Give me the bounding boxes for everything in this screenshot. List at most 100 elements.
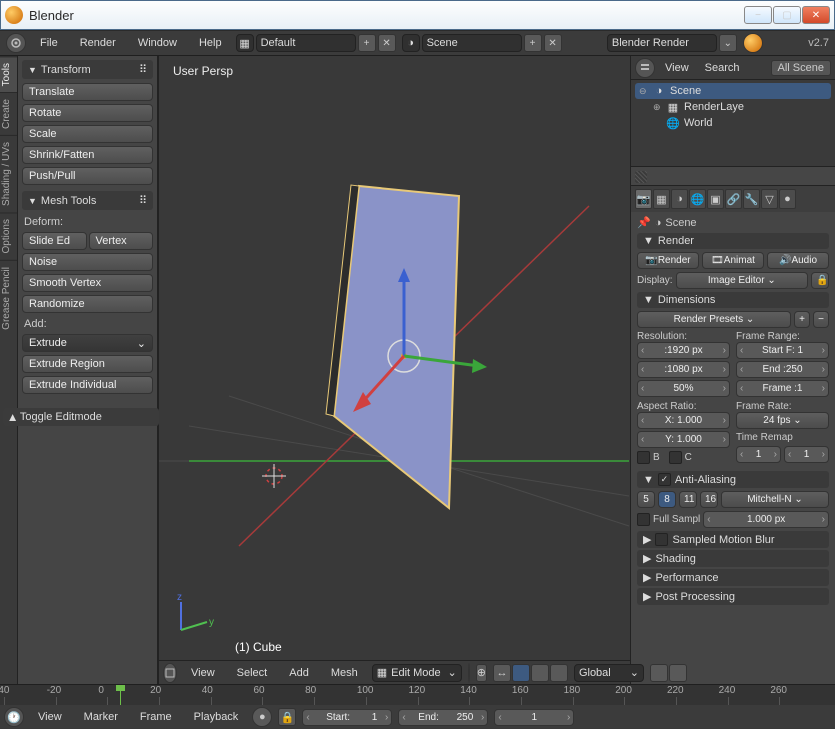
scale-button[interactable]: Scale [22,125,153,143]
shrink-fatten-button[interactable]: Shrink/Fatten [22,146,153,164]
context-constraints-icon[interactable]: 🔗 [725,189,742,209]
minimize-button[interactable]: − [744,6,772,24]
start-frame-field[interactable]: Start F: 1 [736,342,829,359]
aa-filter-selector[interactable]: Mitchell-N ⌄ [721,491,829,508]
close-button[interactable]: ✕ [802,6,830,24]
meshtools-panel-header[interactable]: ▼Mesh Tools⠿ [22,191,153,210]
outliner-tree[interactable]: ⊖◑Scene ⊕▦RenderLaye 🌐World [631,80,835,166]
full-sample-checkbox[interactable] [637,513,650,526]
pivot-icon[interactable]: ⊕ [476,664,487,682]
timeline-menu-frame[interactable]: Frame [132,709,180,725]
context-material-icon[interactable]: ● [779,189,796,209]
aspect-y-field[interactable]: Y: 1.000 [637,431,730,448]
push-pull-button[interactable]: Push/Pull [22,167,153,185]
motion-blur-panel-header[interactable]: ▶Sampled Motion Blur [637,531,829,548]
timeremap-new-field[interactable]: 1 [784,446,829,463]
aa-11-button[interactable]: 11 [679,491,697,508]
vp-menu-add[interactable]: Add [281,665,317,681]
rotate-button[interactable]: Rotate [22,104,153,122]
dimensions-panel-header[interactable]: ▼Dimensions [637,292,829,308]
menu-help[interactable]: Help [191,35,230,51]
performance-panel-header[interactable]: ▶Performance [637,569,829,586]
context-scene-icon[interactable]: ◑ [671,189,688,209]
preset-remove-button[interactable]: − [813,311,829,328]
manipulator-rotate-icon[interactable] [531,664,549,682]
shading-solid-icon[interactable] [468,663,470,683]
border-checkbox[interactable] [637,451,650,464]
resolution-x-field[interactable]: :1920 px [637,342,730,359]
auto-keyframe-icon[interactable]: ● [252,707,272,727]
extrude-region-button[interactable]: Extrude Region [22,355,153,373]
render-button[interactable]: 📷Render [637,252,699,269]
mode-selector[interactable]: ▦Edit Mode⌄ [372,664,462,682]
fps-selector[interactable]: 24 fps ⌄ [736,412,829,429]
scene-add-button[interactable]: + [524,34,542,52]
render-presets-selector[interactable]: Render Presets ⌄ [637,311,791,328]
layer-button[interactable] [669,664,687,682]
manipulator-scale-icon[interactable] [550,664,568,682]
aa-panel-header[interactable]: ▼✓Anti-Aliasing [637,471,829,488]
outliner-editor-icon[interactable] [635,58,655,78]
lock-range-icon[interactable]: 🔒 [278,708,296,726]
transform-panel-header[interactable]: ▼Transform⠿ [22,60,153,79]
layout-add-button[interactable]: + [358,34,376,52]
resolution-percent-field[interactable]: 50% [637,380,730,397]
aa-5-button[interactable]: 5 [637,491,655,508]
smooth-vertex-button[interactable]: Smooth Vertex [22,274,153,292]
motion-blur-checkbox[interactable] [655,533,668,546]
timeline-menu-playback[interactable]: Playback [186,709,247,725]
menu-file[interactable]: File [32,35,66,51]
tab-grease-pencil[interactable]: Grease Pencil [0,260,17,336]
context-modifiers-icon[interactable]: 🔧 [743,189,760,209]
timeline-ruler[interactable]: -40 -20 0 20 40 60 80 100 120 140 160 18… [0,685,835,705]
viewport-editor-icon[interactable] [163,663,177,683]
outliner-menu-view[interactable]: View [659,60,695,76]
properties-grip[interactable] [631,166,835,186]
maximize-button[interactable]: ▢ [773,6,801,24]
preset-add-button[interactable]: + [794,311,810,328]
context-object-icon[interactable]: ▣ [707,189,724,209]
menu-window[interactable]: Window [130,35,185,51]
layout-remove-button[interactable]: ✕ [378,34,396,52]
toggle-editmode-panel[interactable]: ▶Toggle Editmode [3,408,159,426]
end-frame-field[interactable]: End: 250 [398,709,488,726]
tab-options[interactable]: Options [0,212,17,259]
layer-button[interactable] [650,664,668,682]
scene-selector[interactable]: ◑ Scene + ✕ [402,34,562,52]
audio-button[interactable]: 🔊Audio [767,252,829,269]
outliner-renderlayers-row[interactable]: ⊕▦RenderLaye [635,99,831,115]
tab-create[interactable]: Create [0,92,17,135]
slide-vertex-button[interactable]: Vertex [89,232,154,250]
manipulator-toggle[interactable]: ↔ [493,664,511,682]
manipulator-translate-icon[interactable] [512,664,530,682]
menu-render[interactable]: Render [72,35,124,51]
crop-checkbox[interactable] [669,451,682,464]
vp-menu-view[interactable]: View [183,665,223,681]
aa-checkbox[interactable]: ✓ [658,473,671,486]
resolution-y-field[interactable]: :1080 px [637,361,730,378]
frame-step-field[interactable]: Frame :1 [736,380,829,397]
3d-viewport[interactable]: User Persp [159,56,630,684]
editor-type-icon[interactable] [6,33,26,53]
aa-16-button[interactable]: 16 [700,491,718,508]
aspect-x-field[interactable]: X: 1.000 [637,412,730,429]
outliner-world-row[interactable]: 🌐World [635,115,831,131]
aa-px-field[interactable]: 1.000 px [703,511,829,528]
timeline-menu-view[interactable]: View [30,709,70,725]
current-frame-field[interactable]: 1 [494,709,574,726]
extrude-button[interactable]: Extrude⌄ [22,334,153,352]
render-panel-header[interactable]: ▼Render [637,233,829,249]
vp-menu-select[interactable]: Select [229,665,276,681]
outliner-scene-row[interactable]: ⊖◑Scene [635,83,831,99]
postproc-panel-header[interactable]: ▶Post Processing [637,588,829,605]
context-render-icon[interactable]: 📷 [635,189,652,209]
context-data-icon[interactable]: ▽ [761,189,778,209]
timeline-editor-icon[interactable]: 🕐 [4,707,24,727]
randomize-button[interactable]: Randomize [22,295,153,313]
extrude-individual-button[interactable]: Extrude Individual [22,376,153,394]
slide-edge-button[interactable]: Slide Ed [22,232,87,250]
tab-tools[interactable]: Tools [0,56,17,92]
engine-dropdown-icon[interactable]: ⌄ [719,34,737,52]
timeline-menu-marker[interactable]: Marker [76,709,126,725]
engine-selector[interactable]: Blender Render ⌄ [607,34,737,52]
